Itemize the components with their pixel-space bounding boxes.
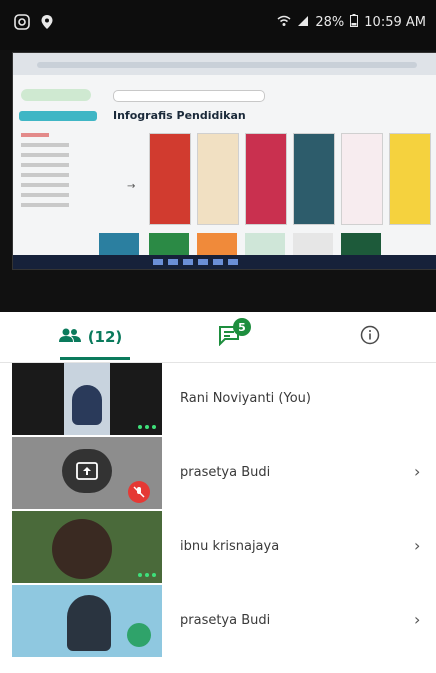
participant-video: [12, 437, 162, 509]
app-logo: [21, 89, 91, 101]
create-design-button: [19, 111, 97, 121]
present-screen-icon: [62, 449, 112, 493]
browser-address-bar: [37, 62, 417, 68]
participant-name: prasetya Budi: [180, 465, 271, 480]
template-tile: [197, 233, 237, 255]
participant-name: prasetya Budi: [180, 613, 271, 628]
person-silhouette: [52, 519, 112, 579]
location-pin-icon: [40, 14, 54, 34]
person-silhouette: [67, 595, 111, 651]
template-tile: [99, 233, 139, 255]
signal-icon: [297, 15, 309, 31]
template-tile: [197, 133, 239, 225]
chevron-right-icon[interactable]: ›: [414, 462, 420, 481]
tab-info[interactable]: [345, 312, 395, 362]
more-options-icon[interactable]: [138, 573, 156, 577]
wifi-icon: [277, 15, 291, 31]
people-icon: [58, 327, 82, 347]
people-count: (12): [87, 328, 123, 346]
participant-name: Rani Noviyanti (You): [180, 391, 311, 406]
participant-video: [12, 363, 162, 435]
clock: 10:59 AM: [364, 15, 426, 30]
template-tile: [245, 233, 285, 255]
battery-percent: 28%: [315, 15, 345, 30]
taskbar: [13, 255, 436, 269]
arrow-right-icon: →: [127, 181, 136, 192]
shared-screen[interactable]: Infografis Pendidikan →: [12, 52, 436, 270]
template-tile: [293, 233, 333, 255]
browser-toolbar: [13, 53, 436, 75]
template-tile: [293, 133, 335, 225]
template-tile: [389, 133, 431, 225]
tab-bar: (12) 5: [0, 312, 436, 363]
chevron-right-icon[interactable]: ›: [414, 610, 420, 629]
info-icon: [360, 325, 380, 349]
battery-icon: [350, 14, 359, 31]
person-silhouette: [72, 385, 102, 425]
instagram-icon: [14, 14, 30, 34]
participant-row[interactable]: prasetya Budi ›: [0, 585, 436, 659]
speaking-indicator-icon: [127, 623, 151, 647]
template-tile: [149, 133, 191, 225]
chevron-right-icon[interactable]: ›: [414, 536, 420, 555]
gallery-title: Infografis Pendidikan: [113, 109, 246, 122]
participant-row[interactable]: prasetya Budi ›: [0, 437, 436, 511]
app-search-input: [113, 90, 265, 102]
template-tile: [341, 233, 381, 255]
more-options-icon[interactable]: [138, 425, 156, 429]
tab-chat[interactable]: 5: [195, 312, 265, 362]
status-bar: 28% 10:59 AM: [0, 0, 436, 50]
chat-badge: 5: [233, 318, 251, 336]
active-tab-indicator: [60, 357, 130, 360]
template-tile: [245, 133, 287, 225]
participant-row[interactable]: ibnu krisnajaya ›: [0, 511, 436, 585]
mic-off-icon: [128, 481, 150, 503]
tab-people[interactable]: (12): [40, 312, 140, 362]
participants-list: Rani Noviyanti (You) prasetya Budi › ibn…: [0, 363, 436, 659]
participant-video: [12, 511, 162, 583]
participant-row[interactable]: Rani Noviyanti (You): [0, 363, 436, 437]
template-tile: [149, 233, 189, 255]
participant-video: [12, 585, 162, 657]
template-tile: [341, 133, 383, 225]
participant-name: ibnu krisnajaya: [180, 539, 280, 554]
app-sidebar: [21, 127, 101, 213]
